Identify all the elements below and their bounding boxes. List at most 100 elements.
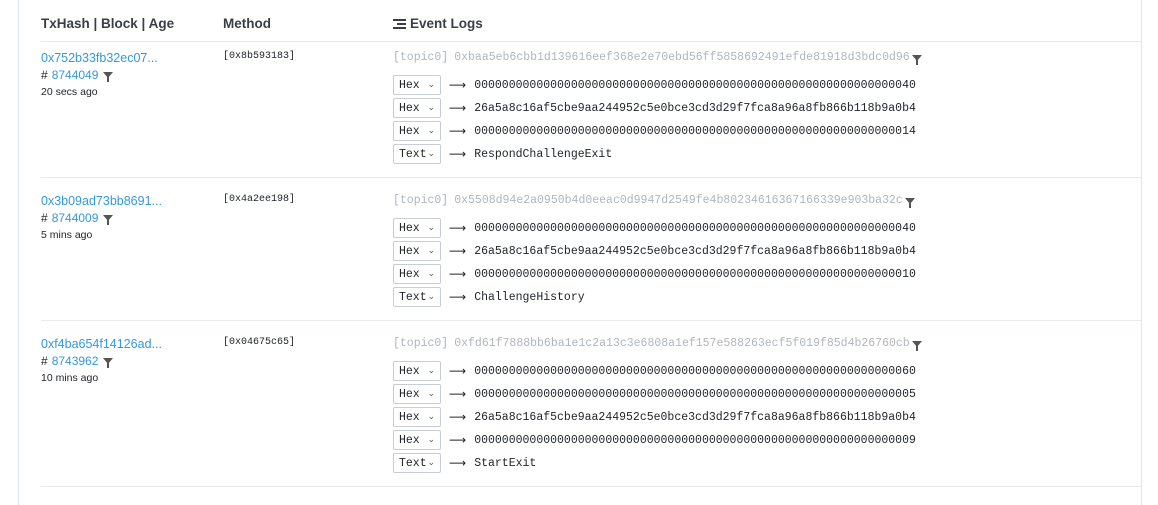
data-line: Hex ⌄ ⟶ 00000000000000000000000000000000…	[393, 384, 916, 404]
filter-icon[interactable]	[911, 340, 922, 351]
data-format-select[interactable]: Hex ⌄	[393, 430, 441, 450]
data-format-select[interactable]: Hex ⌄	[393, 264, 441, 284]
filter-icon[interactable]	[911, 54, 922, 65]
data-format-value: Text	[399, 290, 427, 304]
right-arrow-icon: ⟶	[449, 267, 467, 281]
data-value: 0000000000000000000000000000000000000000…	[474, 78, 916, 92]
topic-hash: 0xbaa5eb6cbb1d139616eef368e2e70ebd56ff58…	[454, 51, 910, 64]
tx-hash-link[interactable]: 0x752b33fb32ec07...	[41, 51, 158, 65]
data-line: Hex ⌄ ⟶ 00000000000000000000000000000000…	[393, 361, 916, 381]
data-format-value: Hex	[399, 244, 420, 258]
block-prefix: #	[41, 354, 48, 368]
topic-label: [topic0]	[393, 194, 449, 207]
chevron-down-icon: ⌄	[427, 366, 435, 376]
data-format-select[interactable]: Hex ⌄	[393, 361, 441, 381]
right-arrow-icon: ⟶	[449, 221, 467, 235]
block-number-link[interactable]: 8744049	[52, 68, 99, 82]
method-id: [0x8b593183]	[223, 51, 296, 62]
filter-icon[interactable]	[103, 215, 114, 225]
data-line: Hex ⌄ ⟶ 00000000000000000000000000000000…	[393, 75, 916, 95]
method-id: [0x04675c65]	[223, 337, 296, 348]
data-line: Hex ⌄ ⟶ 00000000000000000000000000000000…	[393, 121, 916, 141]
data-format-select[interactable]: Hex ⌄	[393, 121, 441, 141]
data-format-value: Hex	[399, 410, 420, 424]
chevron-down-icon: ⌄	[427, 412, 435, 422]
chevron-down-icon: ⌄	[427, 458, 435, 468]
right-arrow-icon: ⟶	[449, 101, 467, 115]
data-value: 26a5a8c16af5cbe9aa244952c5e0bce3cd3d29f7…	[474, 410, 916, 424]
data-format-select[interactable]: Text ⌄	[393, 144, 441, 164]
block-number-link[interactable]: 8744009	[52, 211, 99, 225]
topic0: [topic0] 0xbaa5eb6cbb1d139616eef368e2e70…	[393, 51, 922, 65]
table-row: 0xf4ba654f14126ad... # 8743962 10 mins a…	[41, 327, 1141, 487]
data-format-select[interactable]: Hex ⌄	[393, 218, 441, 238]
chevron-down-icon: ⌄	[427, 292, 435, 302]
chevron-down-icon: ⌄	[427, 435, 435, 445]
chevron-down-icon: ⌄	[427, 80, 435, 90]
right-arrow-icon: ⟶	[449, 433, 467, 447]
age-text: 20 secs ago	[41, 86, 98, 98]
tx-hash-link[interactable]: 0x3b09ad73bb8691...	[41, 194, 162, 208]
method-id: [0x4a2ee198]	[223, 194, 296, 205]
data-value: 26a5a8c16af5cbe9aa244952c5e0bce3cd3d29f7…	[474, 244, 916, 258]
data-format-value: Hex	[399, 221, 420, 235]
event-logs-panel: TxHash | Block | Age Method Event Logs 0…	[18, 0, 1142, 505]
data-line: Hex ⌄ ⟶ 26a5a8c16af5cbe9aa244952c5e0bce3…	[393, 241, 916, 261]
data-format-value: Hex	[399, 124, 420, 138]
right-arrow-icon: ⟶	[449, 410, 467, 424]
data-value: StartExit	[474, 456, 537, 470]
data-value: 0000000000000000000000000000000000000000…	[474, 433, 916, 447]
data-value: RespondChallengeExit	[474, 147, 613, 161]
right-arrow-icon: ⟶	[449, 387, 467, 401]
data-format-value: Hex	[399, 433, 420, 447]
table-header: TxHash | Block | Age Method Event Logs	[41, 0, 1141, 42]
age-text: 5 mins ago	[41, 229, 93, 241]
topic-hash: 0x5508d94e2a0950b4d0eeac0d9947d2549fe4b8…	[454, 194, 903, 207]
topic-label: [topic0]	[393, 337, 449, 350]
right-arrow-icon: ⟶	[449, 147, 467, 161]
data-value: 0000000000000000000000000000000000000000…	[474, 267, 916, 281]
col-header-txhash: TxHash | Block | Age	[41, 16, 175, 31]
block-number-link[interactable]: 8743962	[52, 354, 99, 368]
data-format-select[interactable]: Hex ⌄	[393, 407, 441, 427]
tx-hash-link[interactable]: 0xf4ba654f14126ad...	[41, 337, 162, 351]
data-value: 0000000000000000000000000000000000000000…	[474, 387, 916, 401]
data-format-select[interactable]: Hex ⌄	[393, 98, 441, 118]
data-value: 0000000000000000000000000000000000000000…	[474, 221, 916, 235]
block-prefix: #	[41, 211, 48, 225]
right-arrow-icon: ⟶	[449, 456, 467, 470]
list-icon	[393, 18, 406, 29]
filter-icon[interactable]	[103, 358, 114, 368]
data-format-value: Text	[399, 147, 427, 161]
data-line: Text ⌄ ⟶ RespondChallengeExit	[393, 144, 612, 164]
right-arrow-icon: ⟶	[449, 124, 467, 138]
chevron-down-icon: ⌄	[427, 246, 435, 256]
chevron-down-icon: ⌄	[427, 389, 435, 399]
age-text: 10 mins ago	[41, 372, 99, 384]
chevron-down-icon: ⌄	[427, 103, 435, 113]
data-format-select[interactable]: Text ⌄	[393, 453, 441, 473]
chevron-down-icon: ⌄	[427, 223, 435, 233]
block-info: # 8744049	[41, 68, 114, 82]
filter-icon[interactable]	[103, 72, 114, 82]
right-arrow-icon: ⟶	[449, 364, 467, 378]
data-format-select[interactable]: Hex ⌄	[393, 241, 441, 261]
data-format-select[interactable]: Text ⌄	[393, 287, 441, 307]
chevron-down-icon: ⌄	[427, 269, 435, 279]
data-line: Hex ⌄ ⟶ 00000000000000000000000000000000…	[393, 430, 916, 450]
chevron-down-icon: ⌄	[427, 126, 435, 136]
data-format-value: Text	[399, 456, 427, 470]
data-line: Hex ⌄ ⟶ 26a5a8c16af5cbe9aa244952c5e0bce3…	[393, 407, 916, 427]
filter-icon[interactable]	[904, 197, 915, 208]
data-format-select[interactable]: Hex ⌄	[393, 75, 441, 95]
table-row: 0x3b09ad73bb8691... # 8744009 5 mins ago…	[41, 184, 1141, 321]
topic-hash: 0xfd61f7888bb6ba1e1c2a13c3e6808a1ef157e5…	[454, 337, 910, 350]
data-value: ChallengeHistory	[474, 290, 585, 304]
data-line: Text ⌄ ⟶ StartExit	[393, 453, 536, 473]
data-value: 26a5a8c16af5cbe9aa244952c5e0bce3cd3d29f7…	[474, 101, 916, 115]
data-format-value: Hex	[399, 101, 420, 115]
topic0: [topic0] 0x5508d94e2a0950b4d0eeac0d9947d…	[393, 194, 915, 208]
data-format-select[interactable]: Hex ⌄	[393, 384, 441, 404]
block-info: # 8744009	[41, 211, 114, 225]
right-arrow-icon: ⟶	[449, 290, 467, 304]
